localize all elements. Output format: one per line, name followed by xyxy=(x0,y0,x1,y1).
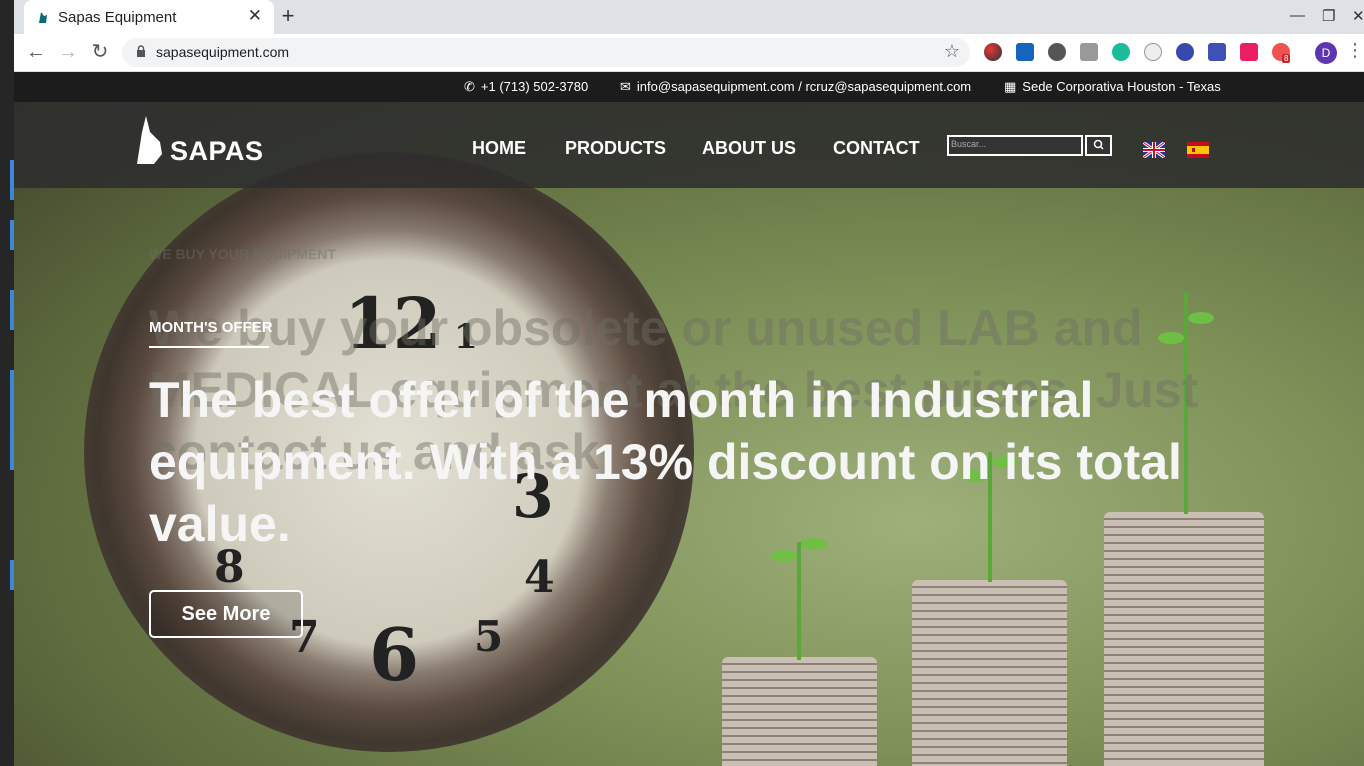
bookmark-star-icon[interactable]: ☆ xyxy=(944,41,960,62)
menu-icon[interactable]: ⋮ xyxy=(1346,40,1364,61)
clock-numeral: 6 xyxy=(369,612,420,697)
forward-icon[interactable]: → xyxy=(56,40,80,64)
phone-icon: ✆ xyxy=(464,79,475,94)
search-input[interactable]: Buscar... xyxy=(947,135,1083,156)
lock-icon xyxy=(137,45,145,57)
tab-close-icon[interactable]: ✕ xyxy=(248,6,262,26)
site-logo[interactable]: SAPAS xyxy=(134,114,274,166)
browser-toolbar: ← → ↻ sapasequipment.com ☆ 8 D ⋮ xyxy=(14,34,1364,72)
coin-stack xyxy=(722,657,877,766)
sapas-logo-icon xyxy=(137,116,162,164)
tab-title: Sapas Equipment xyxy=(58,9,177,26)
email-info[interactable]: ✉ info@sapasequipment.com / rcruz@sapaseq… xyxy=(620,79,971,95)
phone-info[interactable]: ✆ +1 (713) 502-3780 xyxy=(464,79,588,95)
nav-about-us[interactable]: ABOUT US xyxy=(702,138,796,159)
contact-bar: ✆ +1 (713) 502-3780 ✉ info@sapasequipment.… xyxy=(14,72,1364,102)
hero-eyebrow: MONTH'S OFFER xyxy=(149,319,273,336)
window-close-button[interactable]: ✕ xyxy=(1352,7,1364,25)
extension-icon[interactable] xyxy=(1112,43,1130,61)
address-text: Sede Corporativa Houston - Texas xyxy=(1022,79,1221,94)
minimize-button[interactable]: — xyxy=(1290,7,1305,24)
eyebrow-underline xyxy=(149,346,269,348)
coin-stack xyxy=(912,580,1067,766)
browser-window: Sapas Equipment ✕ + — ❐ ✕ ← → ↻ sapasequ… xyxy=(14,0,1364,766)
clock-numeral: 4 xyxy=(524,552,555,603)
nav-home[interactable]: HOME xyxy=(472,138,526,159)
spain-flag-icon[interactable] xyxy=(1187,142,1209,158)
extension-badge: 8 xyxy=(1282,54,1291,63)
address-info: ▦ Sede Corporativa Houston - Texas xyxy=(1004,79,1221,95)
web-page: 12 1 3 4 5 6 7 8 WE BUY YOUR EQUIPMENT W… xyxy=(14,72,1364,766)
extension-icon[interactable] xyxy=(1208,43,1226,61)
profile-avatar[interactable]: D xyxy=(1315,42,1337,64)
phone-text: +1 (713) 502-3780 xyxy=(480,79,589,94)
extension-icon[interactable] xyxy=(1240,43,1258,61)
nav-products[interactable]: PRODUCTS xyxy=(565,138,666,159)
plant-sprout xyxy=(797,542,801,660)
see-more-button[interactable]: See More xyxy=(149,590,303,638)
url-text: sapasequipment.com xyxy=(156,44,290,60)
extension-icon[interactable] xyxy=(984,43,1002,61)
search-icon xyxy=(1093,139,1104,150)
email-text: info@sapasequipment.com / rcruz@sapasequ… xyxy=(636,79,972,94)
tab-sapas[interactable]: Sapas Equipment ✕ xyxy=(24,0,274,34)
address-bar[interactable]: sapasequipment.com ☆ xyxy=(122,38,970,67)
ghost-slide-label: WE BUY YOUR EQUIPMENT xyxy=(149,246,336,262)
extension-icon[interactable] xyxy=(1176,43,1194,61)
new-tab-button[interactable]: + xyxy=(276,3,300,29)
maximize-button[interactable]: ❐ xyxy=(1322,7,1335,25)
clock-numeral: 5 xyxy=(474,612,504,661)
camera-icon[interactable] xyxy=(1080,43,1098,61)
fonts-icon[interactable] xyxy=(1144,43,1162,61)
tab-bar: Sapas Equipment ✕ + — ❐ ✕ xyxy=(14,0,1364,34)
hero-headline: The best offer of the month in Industria… xyxy=(149,372,1182,552)
building-icon: ▦ xyxy=(1004,79,1017,94)
sapas-favicon-icon xyxy=(39,12,47,23)
search-button[interactable] xyxy=(1085,135,1112,156)
reload-icon[interactable]: ↻ xyxy=(88,40,112,64)
site-navbar: SAPAS HOME PRODUCTS ABOUT US CONTACT Bus… xyxy=(14,102,1364,188)
back-icon[interactable]: ← xyxy=(24,40,48,64)
logo-text: SAPAS xyxy=(170,136,264,166)
uk-flag-icon[interactable] xyxy=(1143,142,1165,158)
wordpress-icon[interactable] xyxy=(1048,43,1066,61)
nav-contact[interactable]: CONTACT xyxy=(833,138,920,159)
extension-icon[interactable] xyxy=(1016,43,1034,61)
desktop-edge xyxy=(0,0,14,766)
envelope-icon: ✉ xyxy=(620,79,631,94)
